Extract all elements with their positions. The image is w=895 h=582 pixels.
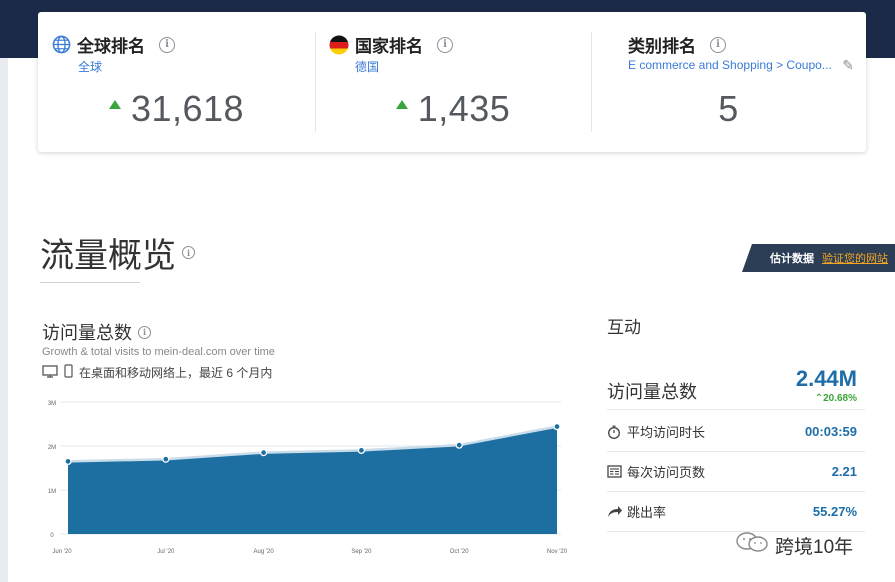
chart-x-tick-label: Jun '20 [52,549,72,555]
chart-point [357,446,366,455]
global-rank-scope-link[interactable]: 全球 [78,58,102,75]
pencil-edit-icon[interactable]: ✎ [842,57,854,74]
germany-flag-icon [329,35,349,55]
category-rank-value-row: 5 [591,88,866,130]
watermark: 跨境10年 [735,531,853,559]
total-visits-metric-label: 访问量总数 [607,382,697,402]
chart-y-tick-label: 3M [48,401,56,407]
chart-y-tick-label: 0 [50,533,54,539]
total-visits-delta-value: 20.68% [823,393,857,404]
global-rank-value: 31,618 [130,88,245,129]
verify-site-link[interactable]: 验证您的网站 [822,250,888,266]
avg-visit-duration-label: 平均访问时长 [627,425,706,440]
chart-y-tick-label: 2M [48,445,56,451]
chart-point [553,422,561,431]
total-visits-metric: 访问量总数 2.44M ⌃20.68% [607,366,865,410]
arrow-up-icon: ⌃ [814,393,824,404]
traffic-overview-title: 流量概览 [40,237,176,275]
info-icon[interactable]: i [138,325,151,339]
global-rank-value-row: 31,618 [38,88,315,130]
chart-area [68,426,557,534]
chart-x-tick-label: Aug '20 [254,549,275,555]
device-scope-row: 在桌面和移动网络上，最近 6 个月内 [42,364,272,381]
total-visits-metric-value: 2.44M [795,366,857,391]
heading-underline [40,282,140,283]
estimated-data-badge: 估计数据 验证您的网站 [742,244,895,272]
desktop-icon [42,364,58,381]
country-rank-value: 1,435 [417,88,511,129]
total-visits-title: 访问量总数 [42,323,132,343]
chart-x-tick-label: Oct '20 [450,549,469,555]
trend-up-icon [108,99,121,109]
watermark-text: 跨境10年 [775,536,854,558]
device-scope-text: 在桌面和移动网络上，最近 6 个月内 [79,366,273,380]
category-rank-title: 类别排名 [628,37,696,56]
pages-icon [607,465,625,478]
pages-per-visit-value: 2.21 [831,464,857,479]
chart-x-tick-label: Sep '20 [351,549,372,555]
chart-point [259,448,268,457]
info-icon[interactable]: i [159,36,175,53]
rank-card: 全球排名 i 全球 31,618 国家排名 i 德国 1,435 类别排名 i … [38,12,866,152]
wechat-icon [735,531,769,559]
traffic-overview-heading: 流量概览 i [40,228,195,277]
chart-x-tick-label: Nov '20 [547,549,568,555]
info-icon[interactable]: i [437,36,453,53]
country-rank-scope-link[interactable]: 德国 [355,58,379,75]
info-icon[interactable]: i [710,36,726,53]
country-rank-header: 国家排名 i [329,32,453,57]
global-rank-header: 全球排名 i [52,32,175,57]
timer-icon [607,425,625,439]
country-rank-title: 国家排名 [355,37,423,56]
trend-up-icon [395,99,408,109]
pages-per-visit-label: 每次访问页数 [627,465,706,480]
globe-icon [52,35,71,54]
total-visits-subtitle: Growth & total visits to mein-deal.com o… [42,346,275,358]
category-rank-column: 类别排名 i E commerce and Shopping > Coupo..… [591,12,866,152]
chart-point [64,457,72,466]
country-rank-column: 国家排名 i 德国 1,435 [315,12,591,152]
chart-y-tick-label: 1M [48,489,56,495]
avg-visit-duration-value: 00:03:59 [804,424,857,439]
chart-x-tick-label: Jul '20 [157,549,175,555]
total-visits-chart: 3M 2M 1M 0 Jun '20 Jul '20 Aug '20 Sep '20 Oct '… [48,401,568,555]
left-sidebar-edge [0,58,8,582]
global-rank-title: 全球排名 [77,37,145,56]
info-icon[interactable]: i [182,246,195,259]
chart-point [162,455,170,463]
bounce-rate-value: 55.27% [812,504,857,519]
category-rank-scope-link[interactable]: E commerce and Shopping > Coupo... [628,58,832,72]
category-rank-value: 5 [718,88,739,129]
estimated-data-label: 估计数据 [770,253,814,265]
bounce-rate-label: 跳出率 [627,505,667,520]
country-rank-value-row: 1,435 [315,88,591,130]
avg-visit-duration-row: 平均访问时长 00:03:59 [607,412,865,452]
bounce-rate-row: 跳出率 55.27% [607,492,865,532]
engagement-heading: 互动 [607,318,641,337]
mobile-icon [64,364,73,381]
pages-per-visit-row: 每次访问页数 2.21 [607,452,865,492]
chart-point [455,441,463,449]
total-visits-delta: ⌃20.68% [815,393,857,404]
global-rank-column: 全球排名 i 全球 31,618 [38,12,315,152]
category-rank-header: 类别排名 i [628,32,726,57]
total-visits-heading: 访问量总数 i [42,319,151,345]
bounce-arrow-icon [607,505,625,518]
